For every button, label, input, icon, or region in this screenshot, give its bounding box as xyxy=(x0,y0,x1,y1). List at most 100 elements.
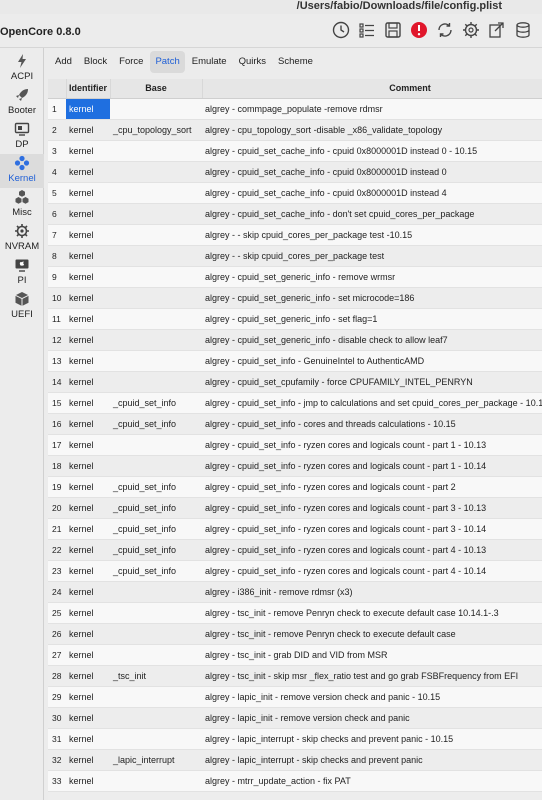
base-cell[interactable] xyxy=(110,245,202,267)
base-cell[interactable] xyxy=(110,182,202,204)
base-cell[interactable] xyxy=(110,203,202,225)
identifier-cell[interactable]: kernel xyxy=(66,770,110,792)
table-row[interactable]: 5 kernel algrey - cpuid_set_cache_info - c… xyxy=(48,182,542,204)
base-cell[interactable] xyxy=(110,287,202,309)
table-row[interactable]: 23 kernel _cpuid_set_info algrey - cpuid_se… xyxy=(48,560,542,582)
comment-cell[interactable]: algrey - - skip cpuid_cores_per_package … xyxy=(202,245,542,267)
identifier-cell[interactable]: kernel xyxy=(66,476,110,498)
table-row[interactable]: 1 kernel algrey - commpage_populate -remov… xyxy=(48,98,542,120)
column-header-identifier[interactable]: Identifier xyxy=(66,79,111,99)
identifier-cell[interactable]: kernel xyxy=(66,350,110,372)
identifier-cell[interactable]: kernel xyxy=(66,644,110,666)
comment-cell[interactable]: algrey - cpuid_set_info - jmp to calcula… xyxy=(202,392,542,414)
base-cell[interactable] xyxy=(110,728,202,750)
identifier-cell[interactable]: kernel xyxy=(66,560,110,582)
comment-cell[interactable]: algrey - cpuid_set_info - ryzen cores an… xyxy=(202,476,542,498)
table-row[interactable]: 11 kernel algrey - cpuid_set_generic_info … xyxy=(48,308,542,330)
table-row[interactable]: 16 kernel _cpuid_set_info algrey - cpuid_se… xyxy=(48,413,542,435)
identifier-cell[interactable]: kernel xyxy=(66,455,110,477)
table-row[interactable]: 9 kernel algrey - cpuid_set_generic_info -… xyxy=(48,266,542,288)
identifier-cell[interactable]: kernel xyxy=(66,245,110,267)
comment-cell[interactable]: algrey - tsc_init - skip msr _flex_ratio… xyxy=(202,665,542,687)
identifier-cell[interactable]: kernel xyxy=(66,749,110,771)
base-cell[interactable] xyxy=(110,770,202,792)
base-cell[interactable] xyxy=(110,266,202,288)
identifier-cell[interactable]: kernel xyxy=(66,119,110,141)
identifier-cell[interactable]: kernel xyxy=(66,581,110,603)
comment-cell[interactable]: algrey - cpuid_set_generic_info - disabl… xyxy=(202,329,542,351)
comment-cell[interactable]: algrey - cpuid_set_info - ryzen cores an… xyxy=(202,455,542,477)
sidebar-item-acpi[interactable]: ACPI xyxy=(0,52,44,86)
tab-emulate[interactable]: Emulate xyxy=(187,51,232,73)
base-cell[interactable] xyxy=(110,308,202,330)
identifier-cell[interactable]: kernel xyxy=(66,371,110,393)
comment-cell[interactable]: algrey - tsc_init - remove Penryn check … xyxy=(202,623,542,645)
base-cell[interactable] xyxy=(110,455,202,477)
comment-cell[interactable]: algrey - lapic_interrupt - skip checks a… xyxy=(202,728,542,750)
column-header-index[interactable] xyxy=(48,79,67,99)
database-button[interactable] xyxy=(512,19,534,41)
identifier-cell[interactable]: kernel xyxy=(66,686,110,708)
comment-cell[interactable]: algrey - cpuid_set_generic_info - remove… xyxy=(202,266,542,288)
sidebar-item-uefi[interactable]: UEFI xyxy=(0,290,44,324)
table-row[interactable]: 20 kernel _cpuid_set_info algrey - cpuid_se… xyxy=(48,497,542,519)
identifier-cell[interactable]: kernel xyxy=(66,707,110,729)
table-row[interactable] xyxy=(48,791,542,800)
table-row[interactable]: 13 kernel algrey - cpuid_set_info - Genuin… xyxy=(48,350,542,372)
comment-cell[interactable]: algrey - lapic_init - remove version che… xyxy=(202,707,542,729)
base-cell[interactable]: _cpu_topology_sort xyxy=(110,119,202,141)
comment-cell[interactable]: algrey - cpuid_set_cache_info - cpuid 0x… xyxy=(202,161,542,183)
base-cell[interactable] xyxy=(110,224,202,246)
table-row[interactable]: 15 kernel _cpuid_set_info algrey - cpuid_se… xyxy=(48,392,542,414)
base-cell[interactable] xyxy=(110,140,202,162)
base-cell[interactable]: _cpuid_set_info xyxy=(110,497,202,519)
table-row[interactable]: 3 kernel algrey - cpuid_set_cache_info - c… xyxy=(48,140,542,162)
history-clock-button[interactable] xyxy=(330,19,352,41)
base-cell[interactable]: _cpuid_set_info xyxy=(110,392,202,414)
identifier-cell[interactable]: kernel xyxy=(66,665,110,687)
table-row[interactable]: 28 kernel _tsc_init algrey - tsc_init - ski… xyxy=(48,665,542,687)
table-row[interactable]: 17 kernel algrey - cpuid_set_info - ryzen … xyxy=(48,434,542,456)
column-header-comment[interactable]: Comment xyxy=(202,79,542,99)
table-row[interactable]: 6 kernel algrey - cpuid_set_cache_info - d… xyxy=(48,203,542,225)
base-cell[interactable]: _lapic_interrupt xyxy=(110,749,202,771)
identifier-cell[interactable] xyxy=(66,791,110,800)
base-cell[interactable]: _tsc_init xyxy=(110,665,202,687)
table-row[interactable]: 24 kernel algrey - i386_init - remove rdms… xyxy=(48,581,542,603)
table-row[interactable]: 33 kernel algrey - mtrr_update_action - fi… xyxy=(48,770,542,792)
table-row[interactable]: 31 kernel algrey - lapic_interrupt - skip … xyxy=(48,728,542,750)
sync-button[interactable] xyxy=(434,19,456,41)
table-row[interactable]: 29 kernel algrey - lapic_init - remove ver… xyxy=(48,686,542,708)
base-cell[interactable] xyxy=(110,623,202,645)
identifier-cell[interactable]: kernel xyxy=(66,98,110,120)
table-row[interactable]: 27 kernel algrey - tsc_init - grab DID and… xyxy=(48,644,542,666)
comment-cell[interactable] xyxy=(202,791,542,800)
tab-add[interactable]: Add xyxy=(50,51,77,73)
save-button[interactable] xyxy=(382,19,404,41)
identifier-cell[interactable]: kernel xyxy=(66,287,110,309)
comment-cell[interactable]: algrey - cpuid_set_info - ryzen cores an… xyxy=(202,497,542,519)
alert-button[interactable] xyxy=(408,19,430,41)
comment-cell[interactable]: algrey - lapic_init - remove version che… xyxy=(202,686,542,708)
identifier-cell[interactable]: kernel xyxy=(66,728,110,750)
base-cell[interactable] xyxy=(110,161,202,183)
identifier-cell[interactable]: kernel xyxy=(66,623,110,645)
identifier-cell[interactable]: kernel xyxy=(66,182,110,204)
comment-cell[interactable]: algrey - tsc_init - remove Penryn check … xyxy=(202,602,542,624)
sidebar-item-misc[interactable]: Misc xyxy=(0,188,44,222)
table-row[interactable]: 8 kernel algrey - - skip cpuid_cores_per_p… xyxy=(48,245,542,267)
base-cell[interactable]: _cpuid_set_info xyxy=(110,518,202,540)
tab-force[interactable]: Force xyxy=(114,51,148,73)
table-row[interactable]: 22 kernel _cpuid_set_info algrey - cpuid_se… xyxy=(48,539,542,561)
comment-cell[interactable]: algrey - commpage_populate -remove rdmsr xyxy=(202,98,542,120)
table-row[interactable]: 14 kernel algrey - cpuid_set_cpufamily - f… xyxy=(48,371,542,393)
comment-cell[interactable]: algrey - cpuid_set_info - ryzen cores an… xyxy=(202,539,542,561)
identifier-cell[interactable]: kernel xyxy=(66,203,110,225)
base-cell[interactable] xyxy=(110,644,202,666)
base-cell[interactable] xyxy=(110,791,202,800)
comment-cell[interactable]: algrey - lapic_interrupt - skip checks a… xyxy=(202,749,542,771)
export-button[interactable] xyxy=(486,19,508,41)
comment-cell[interactable]: algrey - cpuid_set_info - cores and thre… xyxy=(202,413,542,435)
identifier-cell[interactable]: kernel xyxy=(66,224,110,246)
sidebar-item-dp[interactable]: DP xyxy=(0,120,44,154)
